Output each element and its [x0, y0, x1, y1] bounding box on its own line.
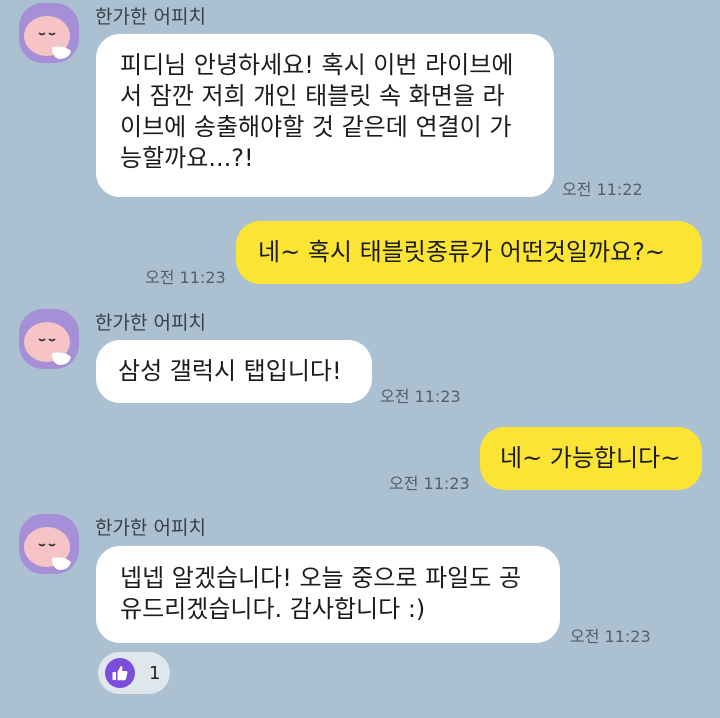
message-line: 서 잠깐 저희 개인 태블릿 속 화면을 라	[120, 82, 505, 110]
message-line: 피디님 안녕하세요! 혹시 이번 라이브에	[120, 51, 514, 79]
message-bubble[interactable]: 네~ 혹시 태블릿종류가 어떤것일까요?~	[236, 221, 702, 284]
message-line: 삼성 갤럭시 탭입니다!	[118, 357, 342, 385]
message-bubble[interactable]: 네~ 가능합니다~	[480, 427, 702, 490]
thumbs-up-icon	[105, 658, 135, 688]
sender-name: 한가한 어피치	[95, 312, 206, 334]
sender-avatar[interactable]	[19, 3, 79, 63]
message-time: 오전 11:23	[145, 268, 226, 287]
message-time: 오전 11:23	[389, 474, 470, 493]
message-line: 넵넵 알겠습니다! 오늘 중으로 파일도 공	[120, 564, 522, 592]
message-bubble[interactable]: 피디님 안녕하세요! 혹시 이번 라이브에 서 잠깐 저희 개인 태블릿 속 화…	[96, 34, 554, 197]
message-bubble[interactable]: 삼성 갤럭시 탭입니다!	[96, 340, 372, 403]
apeach-avatar-icon	[24, 16, 71, 59]
message-line: 유드리겠습니다. 감사합니다 :)	[120, 595, 426, 623]
reaction-badge[interactable]: 1	[98, 652, 170, 694]
sender-name: 한가한 어피치	[95, 6, 206, 28]
message-time: 오전 11:23	[380, 387, 461, 406]
message-time: 오전 11:23	[570, 627, 651, 646]
apeach-avatar-icon	[24, 527, 71, 570]
message-line: 네~ 가능합니다~	[500, 444, 681, 472]
message-line: 이브에 송출해야할 것 같은데 연결이 가	[120, 113, 512, 141]
sender-name: 한가한 어피치	[95, 517, 206, 539]
message-line: 네~ 혹시 태블릿종류가 어떤것일까요?~	[258, 238, 666, 266]
apeach-avatar-icon	[24, 322, 71, 365]
sender-avatar[interactable]	[19, 309, 79, 369]
message-time: 오전 11:22	[562, 180, 643, 199]
message-bubble[interactable]: 넵넵 알겠습니다! 오늘 중으로 파일도 공 유드리겠습니다. 감사합니다 :)	[96, 546, 560, 643]
message-line: 능할까요...?!	[120, 144, 254, 172]
reaction-count: 1	[149, 662, 161, 684]
sender-avatar[interactable]	[19, 514, 79, 574]
